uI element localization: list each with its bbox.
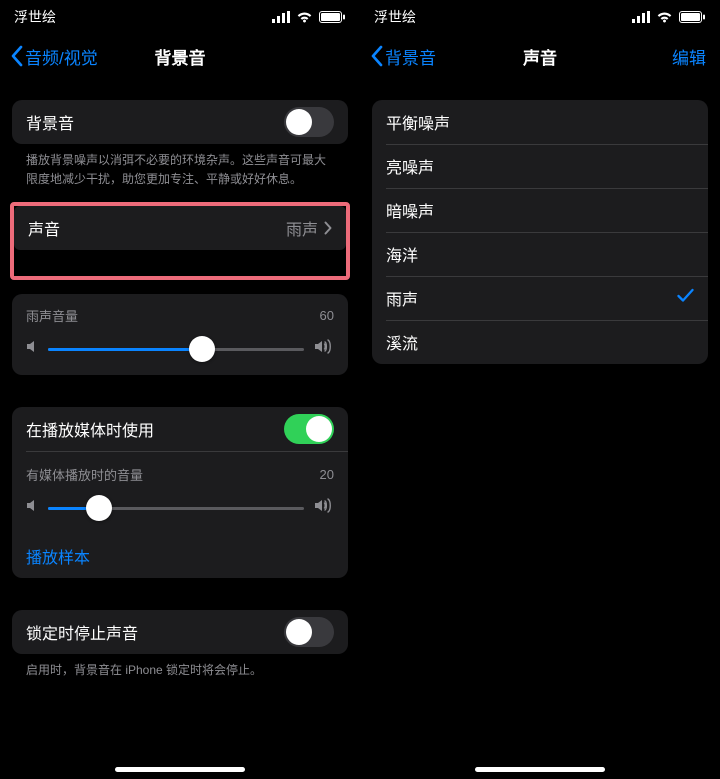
option-label: 平衡噪声 [386, 110, 450, 134]
status-title: 浮世绘 [14, 7, 56, 27]
option-label: 溪流 [386, 330, 418, 354]
row-background-sound[interactable]: 背景音 [12, 100, 348, 144]
sound-option[interactable]: 暗噪声 [372, 188, 708, 232]
group-lock: 锁定时停止声音 [12, 610, 348, 654]
edit-button[interactable]: 编辑 [672, 44, 706, 69]
back-label: 背景音 [385, 44, 436, 69]
home-indicator[interactable] [475, 767, 605, 772]
option-label: 暗噪声 [386, 198, 434, 222]
chevron-right-icon [324, 221, 332, 235]
sound-options-list: 平衡噪声亮噪声暗噪声海洋雨声溪流 [372, 100, 708, 364]
switch-background-sound[interactable] [284, 107, 334, 137]
volume-low-icon [26, 498, 38, 518]
row-sound[interactable]: 声音 雨声 [14, 206, 346, 250]
link-label: 播放样本 [26, 544, 90, 568]
slider-label: 雨声音量 [26, 306, 78, 325]
switch-stop-when-locked[interactable] [284, 617, 334, 647]
status-bar: 浮世绘 [360, 0, 720, 34]
status-icons [272, 11, 346, 23]
phone-right: 浮世绘 背景音 声音 编辑 平衡噪声亮噪声暗噪声海洋雨声溪流 [360, 0, 720, 779]
option-label: 亮噪声 [386, 154, 434, 178]
lock-help: 启用时，背景音在 iPhone 锁定时将会停止。 [12, 654, 348, 680]
option-label: 海洋 [386, 242, 418, 266]
highlight-sound-row: 声音 雨声 [10, 202, 350, 280]
row-label: 背景音 [26, 110, 74, 134]
cellular-icon [272, 11, 290, 23]
wifi-icon [296, 11, 313, 23]
row-label: 锁定时停止声音 [26, 620, 138, 644]
content-left: 背景音 播放背景噪声以消弭不必要的环境杂声。这些声音可最大限度地减少干扰，助您更… [0, 78, 360, 779]
slider-value: 20 [320, 467, 334, 482]
status-bar: 浮世绘 [0, 0, 360, 34]
phone-left: 浮世绘 音频/视觉 背景音 背景音 播放背景噪声以消弭不必要的环境杂声。这些声音 [0, 0, 360, 779]
checkmark-icon [677, 288, 694, 308]
status-title: 浮世绘 [374, 7, 416, 27]
sound-option[interactable]: 平衡噪声 [372, 100, 708, 144]
back-label: 音频/视觉 [25, 44, 98, 69]
sound-option[interactable]: 亮噪声 [372, 144, 708, 188]
row-play-sample[interactable]: 播放样本 [12, 534, 348, 578]
nav-bar: 背景音 声音 编辑 [360, 34, 720, 78]
cellular-icon [632, 11, 650, 23]
row-stop-when-locked[interactable]: 锁定时停止声音 [12, 610, 348, 654]
group-media: 在播放媒体时使用 有媒体播放时的音量 20 [12, 407, 348, 578]
row-use-when-media[interactable]: 在播放媒体时使用 [12, 407, 348, 451]
switch-use-when-media[interactable] [284, 414, 334, 444]
option-label: 雨声 [386, 286, 418, 310]
back-button[interactable]: 音频/视觉 [10, 44, 98, 69]
volume-low-icon [26, 339, 38, 359]
sound-option[interactable]: 海洋 [372, 232, 708, 276]
slider-label: 有媒体播放时的音量 [26, 465, 143, 484]
row-label: 声音 [28, 216, 60, 240]
status-icons [632, 11, 706, 23]
volume-slider-rain[interactable] [48, 348, 304, 351]
volume-high-icon [314, 339, 334, 359]
content-right: 平衡噪声亮噪声暗噪声海洋雨声溪流 [360, 78, 720, 779]
nav-bar: 音频/视觉 背景音 [0, 34, 360, 78]
row-value: 雨声 [286, 216, 318, 240]
group-bgsound: 背景音 [12, 100, 348, 144]
volume-slider-media[interactable] [48, 507, 304, 510]
bgsound-help: 播放背景噪声以消弭不必要的环境杂声。这些声音可最大限度地减少干扰，助您更加专注、… [12, 144, 348, 188]
sound-option[interactable]: 雨声 [372, 276, 708, 320]
volume-high-icon [314, 498, 334, 518]
row-label: 在播放媒体时使用 [26, 417, 154, 441]
home-indicator[interactable] [115, 767, 245, 772]
chevron-left-icon [10, 45, 23, 67]
chevron-left-icon [370, 45, 383, 67]
sound-option[interactable]: 溪流 [372, 320, 708, 364]
battery-icon [679, 11, 706, 23]
wifi-icon [656, 11, 673, 23]
back-button[interactable]: 背景音 [370, 44, 436, 69]
battery-icon [319, 11, 346, 23]
group-volume1: 雨声音量 60 [12, 294, 348, 375]
slider-value: 60 [320, 308, 334, 323]
